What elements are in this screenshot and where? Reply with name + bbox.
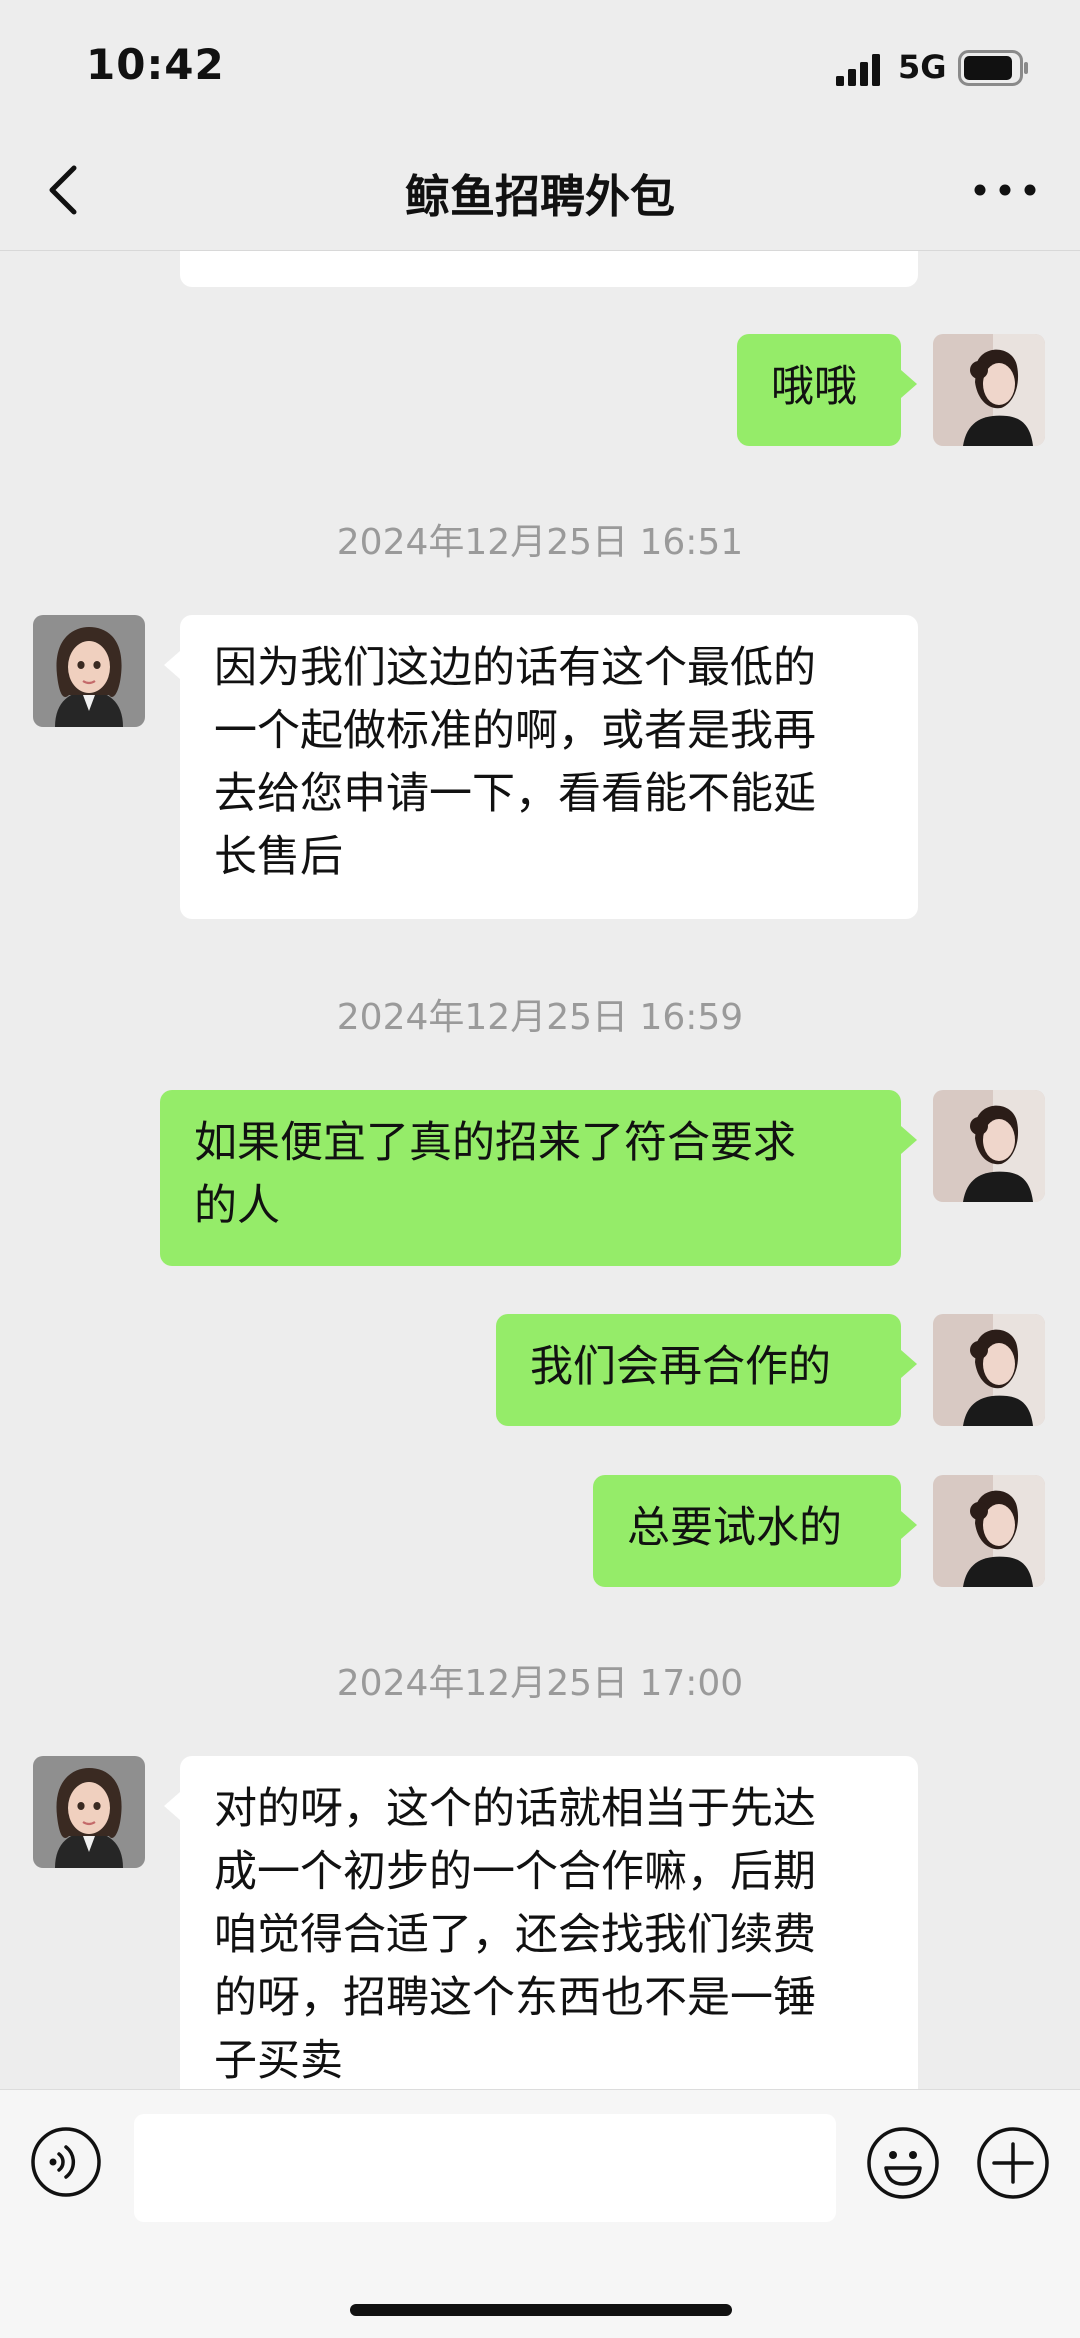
user-avatar[interactable] bbox=[933, 1090, 1045, 1202]
input-bar bbox=[0, 2089, 1080, 2338]
status-time: 10:42 bbox=[86, 40, 225, 89]
message-bubble-outgoing[interactable]: 总要试水的 bbox=[593, 1475, 917, 1587]
message-line: 咱觉得合适了，还会找我们续费 bbox=[214, 1910, 816, 1960]
user-avatar[interactable] bbox=[933, 334, 1045, 446]
more-options-button[interactable] bbox=[970, 160, 1040, 220]
message-line: 的呀，招聘这个东西也不是一锤 bbox=[214, 1973, 816, 2023]
message-bubble-incoming-partial[interactable] bbox=[180, 251, 918, 287]
message-bubble-outgoing[interactable]: 我们会再合作的 bbox=[496, 1314, 917, 1426]
message-text: 我们会再合作的 bbox=[530, 1342, 831, 1392]
chat-message-list[interactable]: 哦哦 2024年12月25日 16:51 因为我们这边的话有这个最低的 一个起做… bbox=[0, 251, 1080, 2089]
message-line: 因为我们这边的话有这个最低的 bbox=[214, 643, 816, 693]
message-line: 如果便宜了真的招来了符合要求 bbox=[194, 1118, 796, 1168]
message-line: 子买卖 bbox=[214, 2036, 343, 2086]
contact-avatar[interactable] bbox=[33, 615, 145, 727]
signal-icon bbox=[836, 54, 880, 86]
chat-title: 鲸鱼招聘外包 bbox=[404, 170, 675, 223]
timestamp: 2024年12月25日 17:00 bbox=[336, 1663, 744, 1704]
message-bubble-outgoing[interactable]: 哦哦 bbox=[737, 334, 917, 446]
contact-avatar[interactable] bbox=[33, 1756, 145, 1868]
battery-icon bbox=[958, 50, 1028, 86]
message-text: 总要试水的 bbox=[627, 1503, 842, 1553]
emoji-icon[interactable] bbox=[866, 2126, 940, 2200]
user-avatar[interactable] bbox=[933, 1314, 1045, 1426]
timestamp: 2024年12月25日 16:59 bbox=[336, 997, 744, 1038]
timestamp: 2024年12月25日 16:51 bbox=[336, 522, 744, 563]
chat-header: 鲸鱼招聘外包 bbox=[0, 130, 1080, 251]
user-avatar[interactable] bbox=[933, 1475, 1045, 1587]
message-bubble-incoming[interactable]: 对的呀，这个的话就相当于先达 成一个初步的一个合作嘛，后期 咱觉得合适了，还会找… bbox=[164, 1756, 918, 2089]
status-bar: 10:42 5G bbox=[0, 0, 1080, 130]
voice-icon[interactable] bbox=[30, 2126, 102, 2198]
message-bubble-incoming[interactable]: 因为我们这边的话有这个最低的 一个起做标准的啊，或者是我再 去给您申请一下，看看… bbox=[164, 615, 918, 919]
message-line: 去给您申请一下，看看能不能延 bbox=[214, 769, 816, 819]
home-indicator[interactable] bbox=[350, 2304, 732, 2316]
message-line: 成一个初步的一个合作嘛，后期 bbox=[214, 1847, 816, 1897]
message-line: 对的呀，这个的话就相当于先达 bbox=[214, 1784, 816, 1834]
message-line: 的人 bbox=[194, 1181, 280, 1231]
message-line: 一个起做标准的啊，或者是我再 bbox=[214, 706, 816, 756]
network-type: 5G bbox=[898, 48, 947, 86]
plus-icon[interactable] bbox=[976, 2126, 1050, 2200]
message-text: 哦哦 bbox=[771, 362, 857, 412]
message-line: 长售后 bbox=[214, 832, 343, 882]
message-bubble-outgoing[interactable]: 如果便宜了真的招来了符合要求 的人 bbox=[160, 1090, 917, 1266]
message-input[interactable] bbox=[134, 2114, 836, 2222]
